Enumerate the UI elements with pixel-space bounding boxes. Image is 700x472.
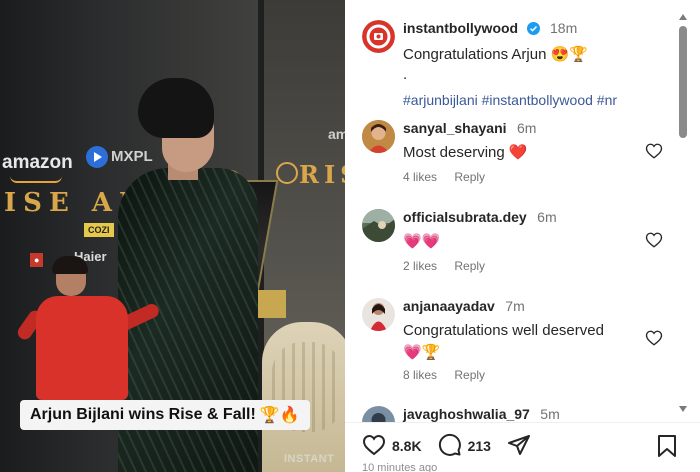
comment-item: javaghoshwalia_97 5m — [362, 406, 667, 422]
scroll-up-arrow-icon[interactable] — [679, 14, 687, 20]
comment-count: 213 — [467, 438, 491, 454]
scroll-down-arrow-icon[interactable] — [679, 406, 687, 412]
trophy-fire-emoji: 🏆🔥 — [259, 407, 300, 424]
comment-reply-button[interactable]: Reply — [454, 170, 485, 184]
verified-badge-icon — [526, 22, 540, 40]
comment-time: 5m — [540, 406, 560, 422]
comment-button[interactable]: 213 — [438, 433, 491, 460]
post-media-video[interactable]: amazon MXPL am ISE AND RIS COZI Haier ● … — [0, 0, 345, 472]
comment-likes[interactable]: 8 likes — [403, 368, 437, 382]
comment-item: sanyal_shayani 6m Most deserving ❤️ 4 li… — [362, 120, 667, 190]
trophy-base — [258, 290, 286, 318]
like-count: 8.8K — [392, 438, 422, 454]
person-hair — [138, 78, 214, 138]
avatar[interactable] — [362, 120, 395, 153]
amazon-logo-text: amazon — [2, 152, 73, 173]
avatar[interactable] — [362, 406, 395, 422]
post-action-bar: 8.8K 213 — [362, 432, 682, 460]
post-username[interactable]: instantbollywood — [403, 20, 518, 36]
bookmark-icon[interactable] — [656, 435, 678, 462]
red-sponsor-logo: ● — [30, 253, 44, 267]
comment-username[interactable]: anjanaayadav — [403, 298, 495, 314]
comment-username[interactable]: javaghoshwalia_97 — [403, 406, 530, 422]
post-timestamp-peek: 10 minutes ago — [362, 462, 438, 472]
comment-likes[interactable]: 4 likes — [403, 170, 437, 184]
comment-text-emoji: 💗🏆 — [403, 344, 441, 361]
comment-text: 💗💗 — [403, 233, 441, 250]
comment-reply-button[interactable]: Reply — [454, 368, 485, 382]
watermark-text: INSTANT — [284, 453, 335, 465]
post-hashtags[interactable]: #arjunbijlani #instantbollywood #nr — [403, 92, 667, 108]
save-button[interactable] — [656, 434, 678, 463]
comment-text: Congratulations well deserved — [403, 322, 604, 339]
cutout-person-hair — [52, 256, 88, 274]
avatar[interactable] — [362, 209, 395, 242]
comments-scrollbar[interactable] — [678, 14, 688, 412]
mx-player-icon — [86, 146, 108, 168]
comment-time: 6m — [516, 120, 537, 136]
comment-likes[interactable]: 2 likes — [403, 259, 437, 273]
chair-figure — [262, 322, 345, 472]
post-caption-row: instantbollywood 18m Congratulations Arj… — [362, 20, 667, 108]
heart-icon[interactable] — [362, 433, 386, 460]
post-caption-dot: . — [403, 66, 408, 83]
cozi-logo: COZI — [84, 223, 114, 237]
post-time: 18m — [550, 20, 578, 36]
amazon-smile-icon — [10, 176, 62, 183]
comments-scroll-area[interactable]: instantbollywood 18m Congratulations Arj… — [345, 0, 675, 422]
scrollbar-thumb[interactable] — [679, 26, 687, 138]
comment-item: anjanaayadav 7m Congratulations well des… — [362, 298, 667, 388]
comment-username[interactable]: sanyal_shayani — [403, 120, 507, 136]
comment-reply-button[interactable]: Reply — [454, 259, 485, 273]
cutout-person-body — [36, 296, 128, 400]
amazon-logo-text-right: am — [328, 126, 345, 142]
comment-heart-icon[interactable] — [645, 329, 663, 347]
comment-heart-icon[interactable] — [645, 142, 663, 160]
show-emblem-icon-right — [276, 162, 298, 184]
share-paper-plane-icon[interactable] — [507, 433, 531, 460]
video-caption-text: Arjun Bijlani wins Rise & Fall! — [30, 406, 256, 423]
backdrop-title-right: RIS — [299, 160, 345, 189]
avatar[interactable] — [362, 20, 395, 53]
post-caption: Congratulations Arjun 😍🏆 — [403, 46, 588, 63]
comments-panel: instantbollywood 18m Congratulations Arj… — [345, 0, 700, 472]
comment-text: Most deserving ❤️ — [403, 144, 528, 161]
mx-player-logo-text: MXPL — [111, 148, 153, 165]
actions-divider — [345, 422, 700, 423]
comment-time: 7m — [505, 298, 525, 314]
comment-heart-icon[interactable] — [645, 231, 663, 249]
share-button[interactable] — [507, 433, 531, 460]
video-caption-banner: Arjun Bijlani wins Rise & Fall! 🏆🔥 — [20, 400, 310, 430]
comment-username[interactable]: officialsubrata.dey — [403, 209, 527, 225]
avatar[interactable] — [362, 298, 395, 331]
comment-item: officialsubrata.dey 6m 💗💗 2 likes Reply — [362, 209, 667, 279]
comment-time: 6m — [537, 209, 557, 225]
comment-bubble-icon[interactable] — [438, 433, 462, 460]
like-button[interactable]: 8.8K — [362, 433, 422, 460]
